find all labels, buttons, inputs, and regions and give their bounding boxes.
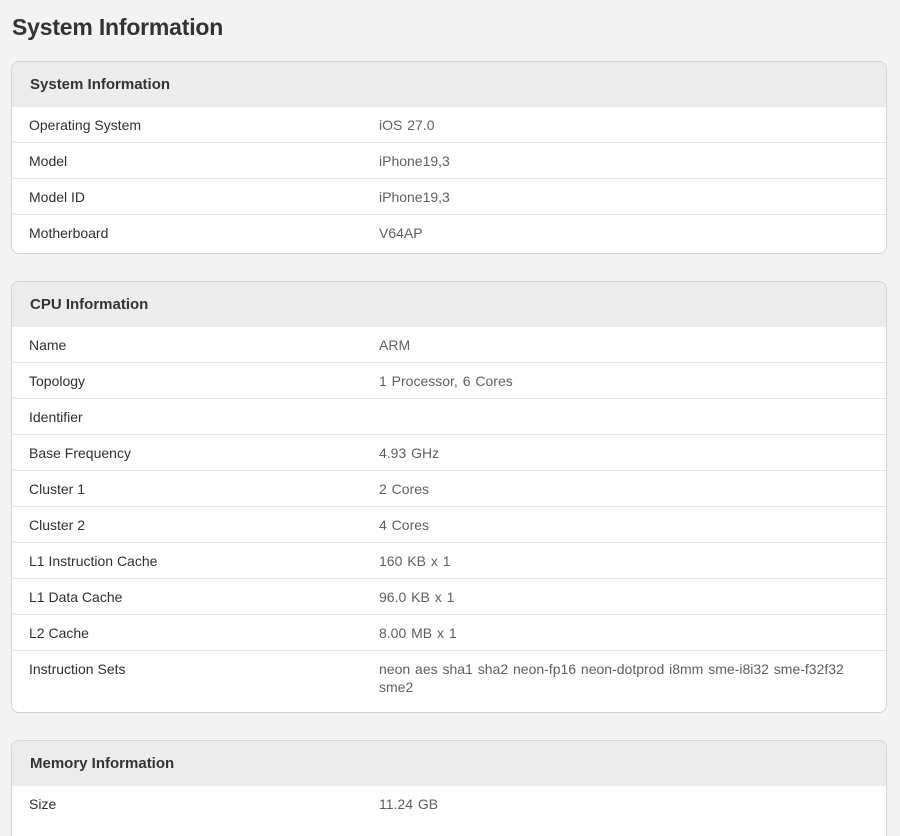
- row-label-l2-cache: L2 Cache: [29, 625, 89, 641]
- row-value-size: 11.24 GB: [379, 796, 439, 812]
- row-value-cluster-2: 4 Cores: [379, 517, 430, 533]
- table-row: Topology 1 Processor, 6 Cores: [12, 363, 886, 399]
- row-label-model-id: Model ID: [29, 189, 86, 205]
- row-label-base-frequency: Base Frequency: [29, 445, 131, 461]
- card-header: System Information: [12, 62, 886, 107]
- system-information-card: System Information Operating System iOS …: [11, 61, 887, 254]
- table-row: Cluster 2 4 Cores: [12, 507, 886, 543]
- row-label-l1-data-cache: L1 Data Cache: [29, 589, 123, 605]
- row-value-cluster-1: 2 Cores: [379, 481, 430, 497]
- row-label-identifier: Identifier: [29, 409, 83, 425]
- memory-information-card: Memory Information Size 11.24 GB: [11, 740, 887, 836]
- cpu-information-card: CPU Information Name ARM Topology 1 Proc…: [11, 281, 887, 713]
- table-row: L1 Instruction Cache 160 KB x 1: [12, 543, 886, 579]
- row-label-l1-instruction-cache: L1 Instruction Cache: [29, 553, 158, 569]
- table-row: Base Frequency 4.93 GHz: [12, 435, 886, 471]
- table-row: Operating System iOS 27.0: [12, 107, 886, 143]
- table-row: Motherboard V64AP: [12, 215, 886, 251]
- row-label-instruction-sets: Instruction Sets: [29, 661, 126, 677]
- row-value-base-frequency: 4.93 GHz: [379, 445, 440, 461]
- card-header: CPU Information: [12, 282, 886, 327]
- row-label-name: Name: [29, 337, 67, 353]
- table-row: Instruction Sets neon aes sha1 sha2 neon…: [12, 651, 886, 705]
- row-value-l1-instruction-cache: 160 KB x 1: [379, 553, 451, 569]
- row-value-model: iPhone19,3: [379, 153, 450, 169]
- row-label-topology: Topology: [29, 373, 86, 389]
- table-row: Size 11.24 GB: [12, 786, 886, 822]
- table-row: Identifier: [12, 399, 886, 435]
- row-value-operating-system: iOS 27.0: [379, 117, 435, 133]
- table-row: Name ARM: [12, 327, 886, 363]
- row-label-cluster-1: Cluster 1: [29, 481, 86, 497]
- table-row: Model ID iPhone19,3: [12, 179, 886, 215]
- row-label-operating-system: Operating System: [29, 117, 142, 133]
- row-value-name: ARM: [379, 337, 411, 353]
- row-value-topology: 1 Processor, 6 Cores: [379, 373, 513, 389]
- row-value-l1-data-cache: 96.0 KB x 1: [379, 589, 455, 605]
- table-row: Model iPhone19,3: [12, 143, 886, 179]
- row-value-l2-cache: 8.00 MB x 1: [379, 625, 457, 641]
- table-row: L2 Cache 8.00 MB x 1: [12, 615, 886, 651]
- row-label-motherboard: Motherboard: [29, 225, 109, 241]
- row-label-model: Model: [29, 153, 68, 169]
- row-label-cluster-2: Cluster 2: [29, 517, 86, 533]
- row-value-motherboard: V64AP: [379, 225, 423, 241]
- table-row: L1 Data Cache 96.0 KB x 1: [12, 579, 886, 615]
- row-value-model-id: iPhone19,3: [379, 189, 450, 205]
- card-header: Memory Information: [12, 741, 886, 786]
- row-label-size: Size: [29, 796, 57, 812]
- row-value-instruction-sets: neon aes sha1 sha2 neon-fp16 neon-dotpro…: [379, 661, 844, 695]
- table-row: Cluster 1 2 Cores: [12, 471, 886, 507]
- page-title: System Information: [12, 14, 224, 40]
